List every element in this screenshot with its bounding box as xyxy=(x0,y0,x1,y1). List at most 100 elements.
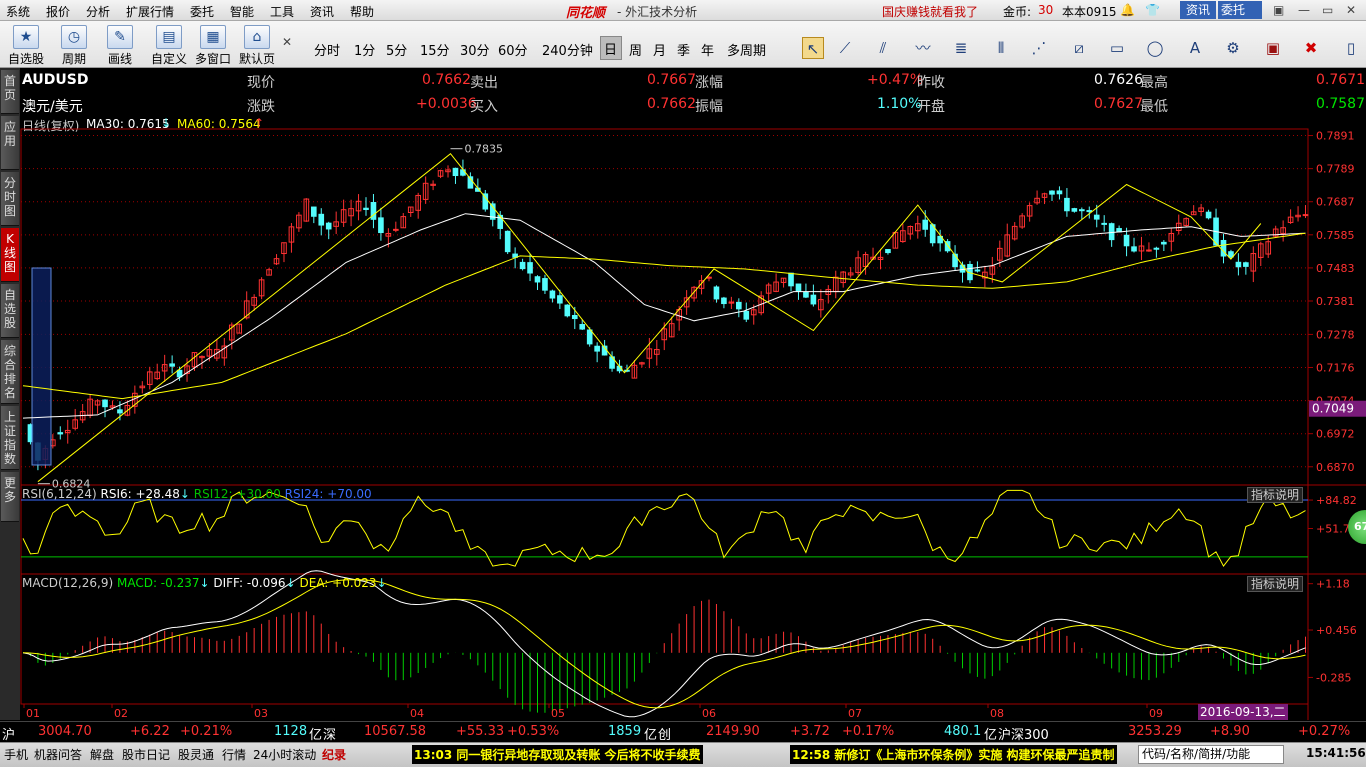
status-record[interactable]: 纪录 xyxy=(322,746,346,763)
period-multi[interactable]: 多周期 xyxy=(727,40,766,59)
news-ticker-1[interactable]: 13:03 同一银行异地存取现及转账 今后将不收手续费 xyxy=(412,745,703,764)
period-5min[interactable]: 5分 xyxy=(386,40,407,59)
fib-tool-icon[interactable]: ≣ xyxy=(950,37,972,59)
period-1min[interactable]: 1分 xyxy=(354,40,375,59)
collapse-icon[interactable]: ✕ xyxy=(282,35,292,49)
x-tick-label: 03 xyxy=(254,707,268,720)
bell-icon[interactable]: 🔔 xyxy=(1120,3,1135,17)
ticker-cy-pct: +0.17% xyxy=(842,724,895,739)
sidebar-item-more[interactable]: 更多 xyxy=(1,472,19,522)
ellipse-tool-icon[interactable]: ◯ xyxy=(1144,37,1166,59)
menu-tools[interactable]: 工具 xyxy=(270,3,294,20)
status-review[interactable]: 解盘 xyxy=(90,746,114,763)
arrow-down-icon: ↓ xyxy=(179,487,190,501)
close-icon[interactable]: ✕ xyxy=(1346,3,1356,17)
menu-extended-quote[interactable]: 扩展行情 xyxy=(126,3,174,20)
period-year[interactable]: 年 xyxy=(701,40,714,59)
candle-body xyxy=(57,432,64,435)
period-button[interactable]: ◷ 周期 xyxy=(52,23,96,66)
parallel-line-icon[interactable]: ⫽ xyxy=(872,37,894,59)
rsi-indicator-help-button[interactable]: 指标说明 xyxy=(1247,487,1304,503)
text-tool-icon[interactable]: A xyxy=(1184,37,1206,59)
ticker-sz-value[interactable]: 10567.58 xyxy=(364,724,426,739)
status-stock-link[interactable]: 股灵通 xyxy=(178,746,214,763)
arrow-down-icon: ↓ xyxy=(376,576,387,590)
status-qa[interactable]: 机器问答 xyxy=(34,746,82,763)
line-tool-icon[interactable]: ⟋ xyxy=(834,37,856,59)
rect-tool-icon[interactable]: ▭ xyxy=(1106,37,1128,59)
wave-tool-icon[interactable]: 〰 xyxy=(912,37,934,59)
save-icon[interactable]: ▣ xyxy=(1262,37,1284,59)
period-240min[interactable]: 240分钟 xyxy=(542,40,593,59)
news-ticker-2[interactable]: 12:58 新修订《上海市环保条例》实施 构建环保最严追责制 xyxy=(790,745,1117,764)
settings-icon[interactable]: ⚙ xyxy=(1222,37,1244,59)
period-15min[interactable]: 15分 xyxy=(420,40,450,59)
sidebar-item-home[interactable]: 首页 xyxy=(1,70,19,114)
custom-button[interactable]: ▤ 自定义 xyxy=(148,23,190,66)
search-input[interactable]: 代码/名称/简拼/功能 xyxy=(1138,745,1284,764)
cursor-icon[interactable]: ↖ xyxy=(802,37,824,59)
period-season[interactable]: 季 xyxy=(677,40,690,59)
menu-news[interactable]: 资讯 xyxy=(310,3,334,20)
ticker-hs-value[interactable]: 3253.29 xyxy=(1128,724,1182,739)
default-page-button[interactable]: ⌂ 默认页 xyxy=(236,23,278,66)
trade-button[interactable]: 委托 xyxy=(1218,1,1262,19)
ticker-unit: 亿 xyxy=(309,728,323,743)
candle-body xyxy=(579,324,586,330)
period-month[interactable]: 月 xyxy=(653,40,666,59)
period-60min[interactable]: 60分 xyxy=(498,40,528,59)
shirt-icon[interactable]: 👕 xyxy=(1145,3,1160,17)
menu-bar: 系统 报价 分析 扩展行情 委托 智能 工具 资讯 帮助 同花顺 - 外汇技术分… xyxy=(0,0,1366,21)
menu-system[interactable]: 系统 xyxy=(6,3,30,20)
period-30min[interactable]: 30分 xyxy=(460,40,490,59)
y-tick-label: 0.7585 xyxy=(1316,229,1355,242)
period-week[interactable]: 周 xyxy=(629,40,642,59)
y-tick-label: 0.7687 xyxy=(1316,196,1355,209)
maximize-icon[interactable]: ▭ xyxy=(1322,3,1333,17)
candle-body xyxy=(1056,190,1063,195)
status-diary[interactable]: 股市日记 xyxy=(122,746,170,763)
menu-trade[interactable]: 委托 xyxy=(190,3,214,20)
candle-body xyxy=(1049,190,1055,195)
menu-smart[interactable]: 智能 xyxy=(230,3,254,20)
sidebar-item-kline[interactable]: K线图 xyxy=(1,228,19,282)
fan-tool-icon[interactable]: ⋰ xyxy=(1028,37,1050,59)
ticker-sh-value[interactable]: 3004.70 xyxy=(38,724,92,739)
sidebar-item-apps[interactable]: 应用 xyxy=(1,116,19,170)
delete-icon[interactable]: ✖ xyxy=(1300,37,1322,59)
candle-body xyxy=(721,297,727,305)
menu-quote[interactable]: 报价 xyxy=(46,3,70,20)
sidebar-item-sh-index[interactable]: 上证指数 xyxy=(1,406,19,470)
skin-icon[interactable]: ▣ xyxy=(1273,3,1284,17)
news-button[interactable]: 资讯 xyxy=(1180,1,1216,19)
candle-body xyxy=(885,249,891,254)
menu-analysis[interactable]: 分析 xyxy=(86,3,110,20)
candle-body xyxy=(169,363,175,367)
channel-tool-icon[interactable]: ⧄ xyxy=(1068,37,1090,59)
sidebar-item-ranking[interactable]: 综合排名 xyxy=(1,340,19,404)
candle-body xyxy=(795,283,802,292)
chart-canvas[interactable]: 0.7891 0.7789 0.7687 0.7585 0.7483 0.7381 0.72… xyxy=(20,68,1366,720)
watchlist-button[interactable]: ★ 自选股 xyxy=(4,23,48,66)
draw-line-button[interactable]: ✎ 画线 xyxy=(100,23,140,66)
status-bar: 手机 机器问答 解盘 股市日记 股灵通 行情 24小时滚动 纪录 13:03 同… xyxy=(0,742,1366,767)
minimize-icon[interactable]: — xyxy=(1298,3,1310,17)
status-quotes[interactable]: 行情 xyxy=(222,746,246,763)
star-icon: ★ xyxy=(13,25,39,49)
multi-window-button[interactable]: ▦ 多窗口 xyxy=(192,23,234,66)
macd-tick-label: -0.285 xyxy=(1316,671,1351,684)
status-24h-news[interactable]: 24小时滚动 xyxy=(253,746,316,763)
candle-body xyxy=(1108,223,1115,241)
ticker-cy-value[interactable]: 2149.90 xyxy=(706,724,760,739)
status-mobile[interactable]: 手机 xyxy=(4,746,28,763)
promo-link[interactable]: 国庆赚钱就看我了 xyxy=(882,3,978,20)
menu-help[interactable]: 帮助 xyxy=(350,3,374,20)
period-tick[interactable]: 分时 xyxy=(314,40,340,59)
macd-indicator-help-button[interactable]: 指标说明 xyxy=(1247,576,1304,592)
more-tools-icon[interactable]: ▯ xyxy=(1340,37,1362,59)
candle-body xyxy=(1243,262,1249,267)
period-day[interactable]: 日 xyxy=(600,36,622,60)
cycle-line-icon[interactable]: ⦀ xyxy=(990,37,1012,59)
sidebar-item-timeshare[interactable]: 分时图 xyxy=(1,172,19,226)
sidebar-item-watchlist[interactable]: 自选股 xyxy=(1,284,19,338)
